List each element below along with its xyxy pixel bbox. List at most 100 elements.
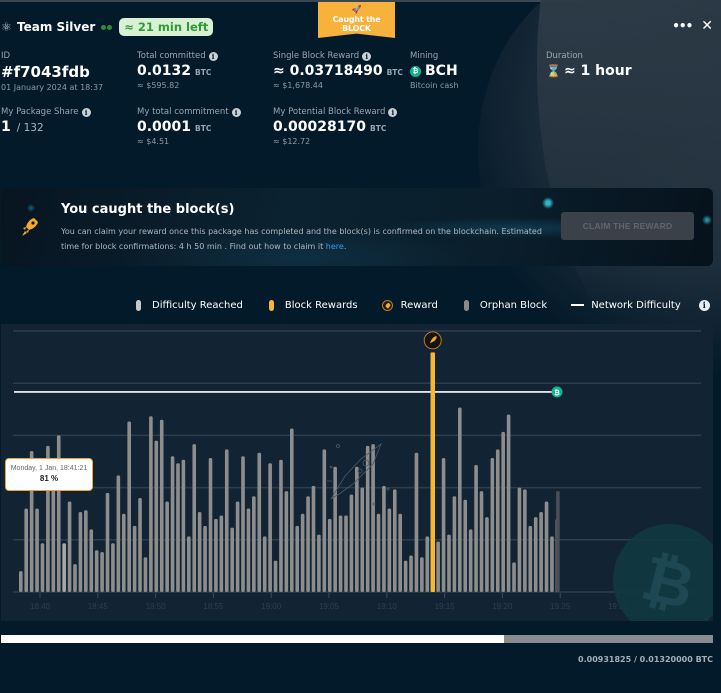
ribbon-label: Caught the BLOCK	[332, 15, 381, 33]
stat-my-total-commitment: My total commitment i 0.0001 BTC ≈ $4.51	[137, 107, 241, 146]
difficulty-bar	[235, 501, 240, 592]
difficulty-bar	[246, 508, 251, 592]
single-block-reward-usd: ≈ $1,678.44	[273, 81, 323, 90]
info-icon[interactable]: i	[698, 299, 710, 311]
more-dots-icon[interactable]: •••	[672, 19, 693, 33]
claim-help-link[interactable]: here	[326, 242, 344, 251]
package-date: 01 January 2024 at 18:37	[1, 83, 104, 92]
legend-reward[interactable]: Reward	[381, 299, 438, 311]
total-committed-usd: ≈ $595.82	[137, 81, 180, 90]
difficulty-bar	[441, 458, 446, 592]
rocket-icon: 🚀	[351, 5, 362, 14]
x-tick-label: 18:40	[30, 602, 51, 611]
difficulty-bar	[436, 541, 440, 592]
team-name[interactable]: Team Silver	[17, 20, 95, 34]
difficulty-bar	[295, 525, 300, 592]
progress-text: 0.00931825 / 0.01320000 BTC	[578, 655, 713, 664]
legend-network-difficulty[interactable]: Network Difficulty	[571, 300, 681, 311]
difficulty-bar	[311, 485, 316, 592]
difficulty-bar	[392, 489, 397, 592]
banner-desc-text: You can claim your reward once this pack…	[61, 227, 542, 251]
package-share-total: / 132	[16, 122, 44, 134]
stat-label: Single Block Reward	[273, 51, 360, 61]
difficulty-bar	[550, 536, 554, 592]
difficulty-bar	[154, 440, 159, 592]
legend-block-rewards[interactable]: Block Rewards	[268, 299, 358, 311]
stat-label: My Potential Block Reward	[273, 107, 386, 117]
stat-label: ID	[1, 51, 11, 61]
difficulty-bar	[78, 511, 83, 592]
difficulty-bar	[523, 489, 527, 592]
difficulty-bar	[159, 419, 164, 592]
difficulty-bar	[300, 513, 305, 592]
unit-label: BTC	[195, 124, 212, 133]
difficulty-bar	[197, 511, 202, 592]
hourglass-icon: ⌛	[546, 64, 561, 78]
difficulty-bar	[284, 491, 289, 592]
difficulty-bar	[279, 459, 283, 592]
orphan-block-bar	[556, 491, 560, 592]
difficulty-bar	[414, 452, 419, 592]
legend-orphan-block[interactable]: Orphan Block	[463, 299, 547, 311]
stat-potential-reward: My Potential Block Reward i 0.00028170 BTC…	[273, 107, 398, 146]
difficulty-bar	[479, 491, 484, 592]
difficulty-bar	[241, 456, 245, 592]
difficulty-bar	[447, 534, 451, 592]
difficulty-bar	[121, 513, 126, 592]
info-icon[interactable]: i	[362, 51, 372, 61]
chart-svg: 18:40 18:45 18:50 18:55 19:00 19:05 19:10 19:15…	[13, 330, 713, 621]
legend-swatch	[136, 299, 141, 311]
difficulty-bar	[490, 458, 495, 592]
legend-swatch	[463, 299, 469, 311]
difficulty-bar	[132, 525, 137, 592]
chart-tooltip: Monday, 1 Jan, 18:41:21 81 %	[5, 458, 93, 491]
difficulty-bar	[262, 536, 267, 592]
x-tick-label: 19:20	[492, 602, 513, 611]
difficulty-bar	[306, 496, 310, 592]
difficulty-bar	[73, 564, 77, 592]
difficulty-bar	[94, 550, 99, 592]
x-tick-label: 19:25	[550, 602, 571, 611]
difficulty-bar	[420, 557, 424, 592]
info-icon[interactable]: i	[231, 107, 241, 117]
caught-block-banner: You caught the block(s) You can claim yo…	[1, 188, 713, 266]
potential-reward-usd: ≈ $12.72	[273, 137, 311, 146]
difficulty-bar	[544, 501, 549, 592]
difficulty-bar	[360, 487, 365, 592]
difficulty-bar	[344, 515, 348, 592]
bch-coin-glyph: ₿	[554, 389, 560, 397]
x-tick-label: 18:45	[88, 602, 109, 611]
difficulty-bar	[528, 525, 533, 592]
difficulty-bar	[24, 508, 29, 592]
progress-fill	[1, 635, 504, 643]
reward-rocket-icon	[381, 299, 393, 311]
legend-swatch	[268, 299, 274, 311]
difficulty-bar	[506, 414, 511, 592]
stat-label: Mining	[410, 51, 439, 61]
stat-duration: Duration ⌛ ≈ 1 hour	[546, 51, 632, 79]
difficulty-bar	[425, 536, 430, 592]
difficulty-bar	[214, 518, 218, 592]
info-icon[interactable]: i	[208, 51, 218, 61]
commitment-progress-bar	[1, 635, 713, 643]
difficulty-bar	[165, 501, 169, 592]
info-icon[interactable]: i	[388, 107, 398, 117]
info-icon[interactable]: i	[81, 107, 91, 117]
difficulty-bar	[322, 449, 327, 592]
difficulty-bar	[458, 407, 462, 592]
difficulty-bar	[181, 459, 186, 592]
difficulty-bar	[116, 475, 121, 592]
claim-reward-button[interactable]: CLAIM THE REWARD	[561, 212, 694, 240]
difficulty-bar	[252, 496, 256, 592]
difficulty-bar	[468, 529, 473, 592]
package-share-value: 1	[1, 119, 11, 135]
legend-difficulty-reached[interactable]: Difficulty Reached	[136, 299, 243, 311]
close-icon[interactable]: ✕	[701, 18, 713, 34]
difficulty-bar	[398, 513, 402, 592]
difficulty-bar	[539, 511, 543, 592]
stat-label: Total committed	[137, 51, 206, 61]
tooltip-value: 81 %	[39, 474, 59, 483]
tooltip-date: Monday, 1 Jan, 18:41:21	[10, 465, 88, 472]
header-actions: ••• ✕	[672, 18, 713, 34]
chart-legend: Difficulty Reached Block Rewards Reward …	[120, 291, 713, 319]
